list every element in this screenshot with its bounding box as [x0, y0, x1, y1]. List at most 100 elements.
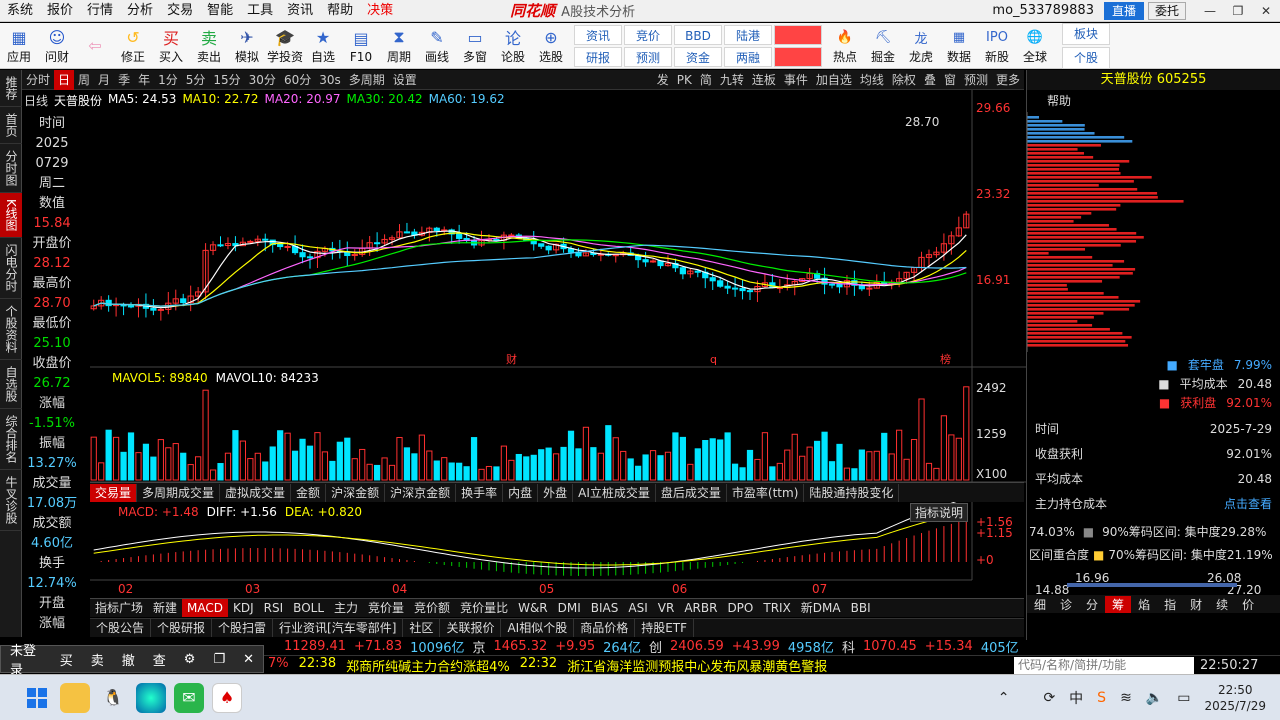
vol-tab-6[interactable]: 换手率 [456, 483, 504, 502]
windows-start-icon[interactable] [22, 683, 52, 713]
toolbar-button-7[interactable]: 🎓 学投资 [266, 24, 304, 68]
restore-icon[interactable]: ❐ [1227, 2, 1249, 20]
toolbar-button-8[interactable]: ★ 自选 [304, 24, 342, 68]
period-9[interactable]: 30分 [245, 70, 280, 90]
period-1[interactable]: 日 [54, 69, 75, 90]
info-tab-4[interactable]: 社区 [403, 619, 441, 637]
indicator-tab-19[interactable]: BBI [846, 599, 876, 617]
popup-window-icon[interactable]: ❐ [204, 652, 234, 667]
refresh-icon[interactable]: ⟳ [1043, 690, 1055, 706]
toolbar-button-0[interactable]: ▦ 应用 [0, 24, 38, 68]
wps-icon[interactable]: S [1097, 690, 1106, 706]
search-input[interactable]: 代码/名称/简拼/功能 [1014, 656, 1194, 674]
indicator-tab-7[interactable]: 竞价量 [363, 599, 409, 617]
chart-tool-3[interactable]: 九转 [716, 70, 748, 90]
panel-tab-0[interactable]: 细 [1027, 596, 1053, 613]
left-nav-item-5[interactable]: 个股资料 [0, 299, 22, 360]
menu-item-8[interactable]: 帮助 [320, 0, 360, 22]
toolbar-grid-item-1[interactable]: 竞价 [624, 24, 672, 45]
indicator-tab-16[interactable]: DPO [722, 599, 758, 617]
left-nav-item-7[interactable]: 综合排名 [0, 409, 22, 470]
close-icon[interactable]: ✕ [1255, 2, 1277, 20]
left-nav-item-2[interactable]: 分时图 [0, 144, 22, 193]
toolbar-button-4[interactable]: 买买入 [152, 24, 190, 68]
info-tab-6[interactable]: AI相似个股 [501, 619, 575, 637]
indicator-tab-3[interactable]: KDJ [228, 599, 259, 617]
toolbar-grid-item-4[interactable] [774, 24, 822, 45]
period-10[interactable]: 60分 [280, 70, 315, 90]
folder-icon[interactable] [60, 682, 90, 713]
period-13[interactable]: 设置 [389, 70, 421, 90]
period-12[interactable]: 多周期 [345, 70, 389, 90]
edge-icon[interactable] [136, 682, 166, 713]
info-tab-2[interactable]: 个股扫雷 [212, 619, 274, 637]
chevron-up-icon[interactable]: ⌃ [998, 690, 1010, 706]
volume-icon[interactable]: 🔈 [1146, 690, 1163, 706]
chart-tool-4[interactable]: 连板 [748, 70, 780, 90]
panel-tab-6[interactable]: 财 [1183, 596, 1209, 613]
period-0[interactable]: 分时 [22, 70, 54, 90]
minimize-icon[interactable]: — [1199, 2, 1221, 20]
panel-tab-2[interactable]: 分 [1079, 596, 1105, 613]
popup-gear-icon[interactable]: ⚙ [175, 652, 205, 667]
panel-tab-4[interactable]: 焰 [1131, 596, 1157, 613]
popup-action-3[interactable]: 撤 [113, 650, 144, 669]
menu-item-1[interactable]: 报价 [40, 0, 80, 22]
indicator-help-button[interactable]: 指标说明 [910, 503, 969, 522]
indicator-tab-4[interactable]: RSI [259, 599, 289, 617]
toolbar-button-2[interactable]: ⇦ [76, 24, 114, 68]
menu-item-0[interactable]: 系统 [0, 0, 40, 22]
tonghuashun-icon[interactable]: ♠ [212, 682, 242, 713]
toolbar-right-3[interactable]: ▦ 数据 [940, 24, 978, 68]
vol-tab-8[interactable]: 外盘 [538, 483, 574, 502]
kline-chart-area[interactable]: 29.6623.3216.9128.70财 q 榜24921259X100+1.56… [90, 90, 1026, 635]
toolbar-button-12[interactable]: ▭ 多窗 [456, 24, 494, 68]
wifi-icon[interactable]: ≋ [1120, 690, 1132, 706]
toolbar-right-2[interactable]: 龙龙虎 [902, 24, 940, 68]
toolbar-button-11[interactable]: ✎ 画线 [418, 24, 456, 68]
news-item-0[interactable]: 7% [268, 656, 289, 674]
vol-tab-4[interactable]: 沪深金额 [326, 483, 386, 502]
toolbar-right-1[interactable]: ⛏ 掘金 [864, 24, 902, 68]
vol-tab-9[interactable]: AI立桩成交量 [573, 483, 656, 502]
ime-icon[interactable]: 中 [1069, 688, 1083, 708]
news-item-4[interactable]: 浙江省海洋监测预报中心发布风暴潮黄色警报 [567, 656, 827, 675]
period-11[interactable]: 30s [315, 70, 345, 90]
news-item-1[interactable]: 22:38 [299, 656, 336, 674]
chart-tool-9[interactable]: 叠 [920, 70, 940, 90]
panel-tab-7[interactable]: 续 [1209, 596, 1235, 613]
toolbar-grid-item-5[interactable]: 研报 [574, 46, 622, 67]
chart-tool-2[interactable]: 简 [696, 70, 716, 90]
chart-tool-0[interactable]: 发 [653, 70, 673, 90]
news-item-3[interactable]: 22:32 [520, 656, 557, 674]
period-6[interactable]: 1分 [154, 70, 182, 90]
indicator-tab-15[interactable]: ARBR [679, 599, 722, 617]
toolbar-button-14[interactable]: ⊕ 选股 [532, 24, 570, 68]
chart-tool-6[interactable]: 加自选 [812, 70, 856, 90]
menu-item-3[interactable]: 分析 [120, 0, 160, 22]
toolbar-right-4[interactable]: IPO 新股 [978, 24, 1016, 68]
period-8[interactable]: 15分 [209, 70, 244, 90]
indicator-tab-6[interactable]: 主力 [329, 599, 363, 617]
indicator-tab-18[interactable]: 新DMA [796, 599, 846, 617]
left-nav-item-4[interactable]: 闪电分时 [0, 238, 22, 299]
info-tab-5[interactable]: 关联报价 [440, 619, 502, 637]
period-2[interactable]: 周 [74, 70, 94, 90]
toolbar-grid-item-9[interactable] [774, 46, 822, 67]
period-3[interactable]: 月 [94, 70, 114, 90]
toolbar-grid-item-3[interactable]: 陆港 [724, 24, 772, 45]
period-4[interactable]: 季 [114, 70, 134, 90]
indicator-tab-10[interactable]: W&R [513, 599, 553, 617]
toolbar-extra-0[interactable]: 板块 [1062, 22, 1110, 45]
vol-tab-0[interactable]: 交易量 [90, 483, 138, 502]
vol-tab-10[interactable]: 盘后成交量 [656, 483, 727, 502]
indicator-tab-11[interactable]: DMI [553, 599, 586, 617]
live-button[interactable]: 直播 [1103, 1, 1144, 20]
popup-action-0[interactable]: 未登录 [1, 640, 51, 678]
indicator-tab-1[interactable]: 新建 [148, 599, 182, 617]
toolbar-button-6[interactable]: ✈ 模拟 [228, 24, 266, 68]
toolbar-button-13[interactable]: 论论股 [494, 24, 532, 68]
qq-icon[interactable]: 🐧 [98, 683, 128, 713]
left-nav-item-1[interactable]: 首页 [0, 107, 22, 144]
toolbar-right-0[interactable]: 🔥 热点 [826, 24, 864, 68]
